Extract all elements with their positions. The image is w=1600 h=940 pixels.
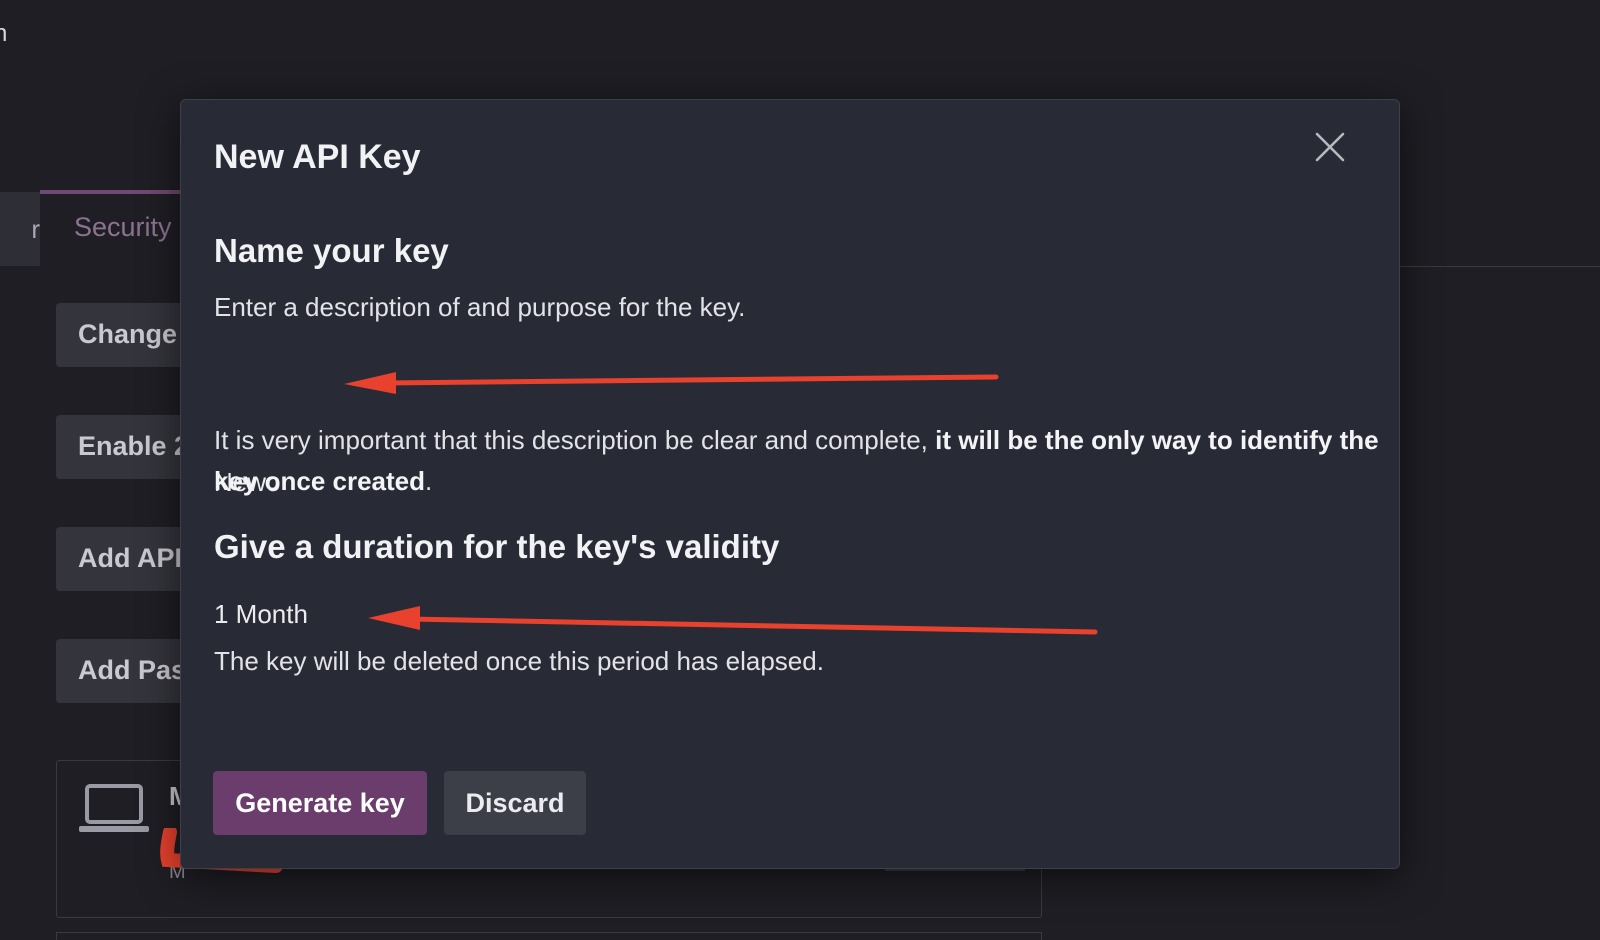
generate-key-button[interactable]: Generate key (213, 771, 427, 835)
change-password-label: Change (78, 319, 178, 349)
new-api-key-dialog: New API Key Name your key Enter a descri… (180, 99, 1400, 869)
page: n r Security Change Enable 2 Add API Add… (0, 0, 1600, 940)
tab-bar-divider (1373, 266, 1600, 267)
discard-button[interactable]: Discard (444, 771, 586, 835)
tab-previous-label: r (31, 213, 40, 244)
name-warning-prefix: It is very important that this descripti… (214, 425, 936, 455)
name-warning-suffix: . (425, 466, 433, 496)
dialog-title: New API Key (214, 138, 421, 176)
name-section-description: Enter a description of and purpose for t… (214, 292, 746, 322)
close-icon (1315, 132, 1345, 162)
duration-section-title: Give a duration for the key's validity (214, 528, 780, 565)
enable-2fa-label: Enable 2 (78, 431, 190, 461)
device-action-outline (885, 869, 1025, 871)
page-title-fragment: n (0, 20, 8, 47)
add-api-key-label: Add API (78, 543, 182, 573)
close-button[interactable] (1309, 126, 1351, 168)
laptop-icon (79, 784, 149, 832)
duration-selected-value: 1 Month (214, 599, 308, 629)
name-warning: It is very important that this descripti… (214, 420, 1379, 502)
tab-previous[interactable]: r (0, 192, 42, 266)
tab-security[interactable]: Security (40, 190, 190, 266)
duration-select[interactable]: 1 Month (214, 594, 434, 634)
tab-security-label: Security (74, 212, 172, 242)
duration-note: The key will be deleted once this period… (214, 646, 824, 676)
name-section-title: Name your key (214, 232, 449, 269)
add-passkey-label: Add Pas (78, 655, 187, 685)
device-card-next (56, 932, 1042, 940)
